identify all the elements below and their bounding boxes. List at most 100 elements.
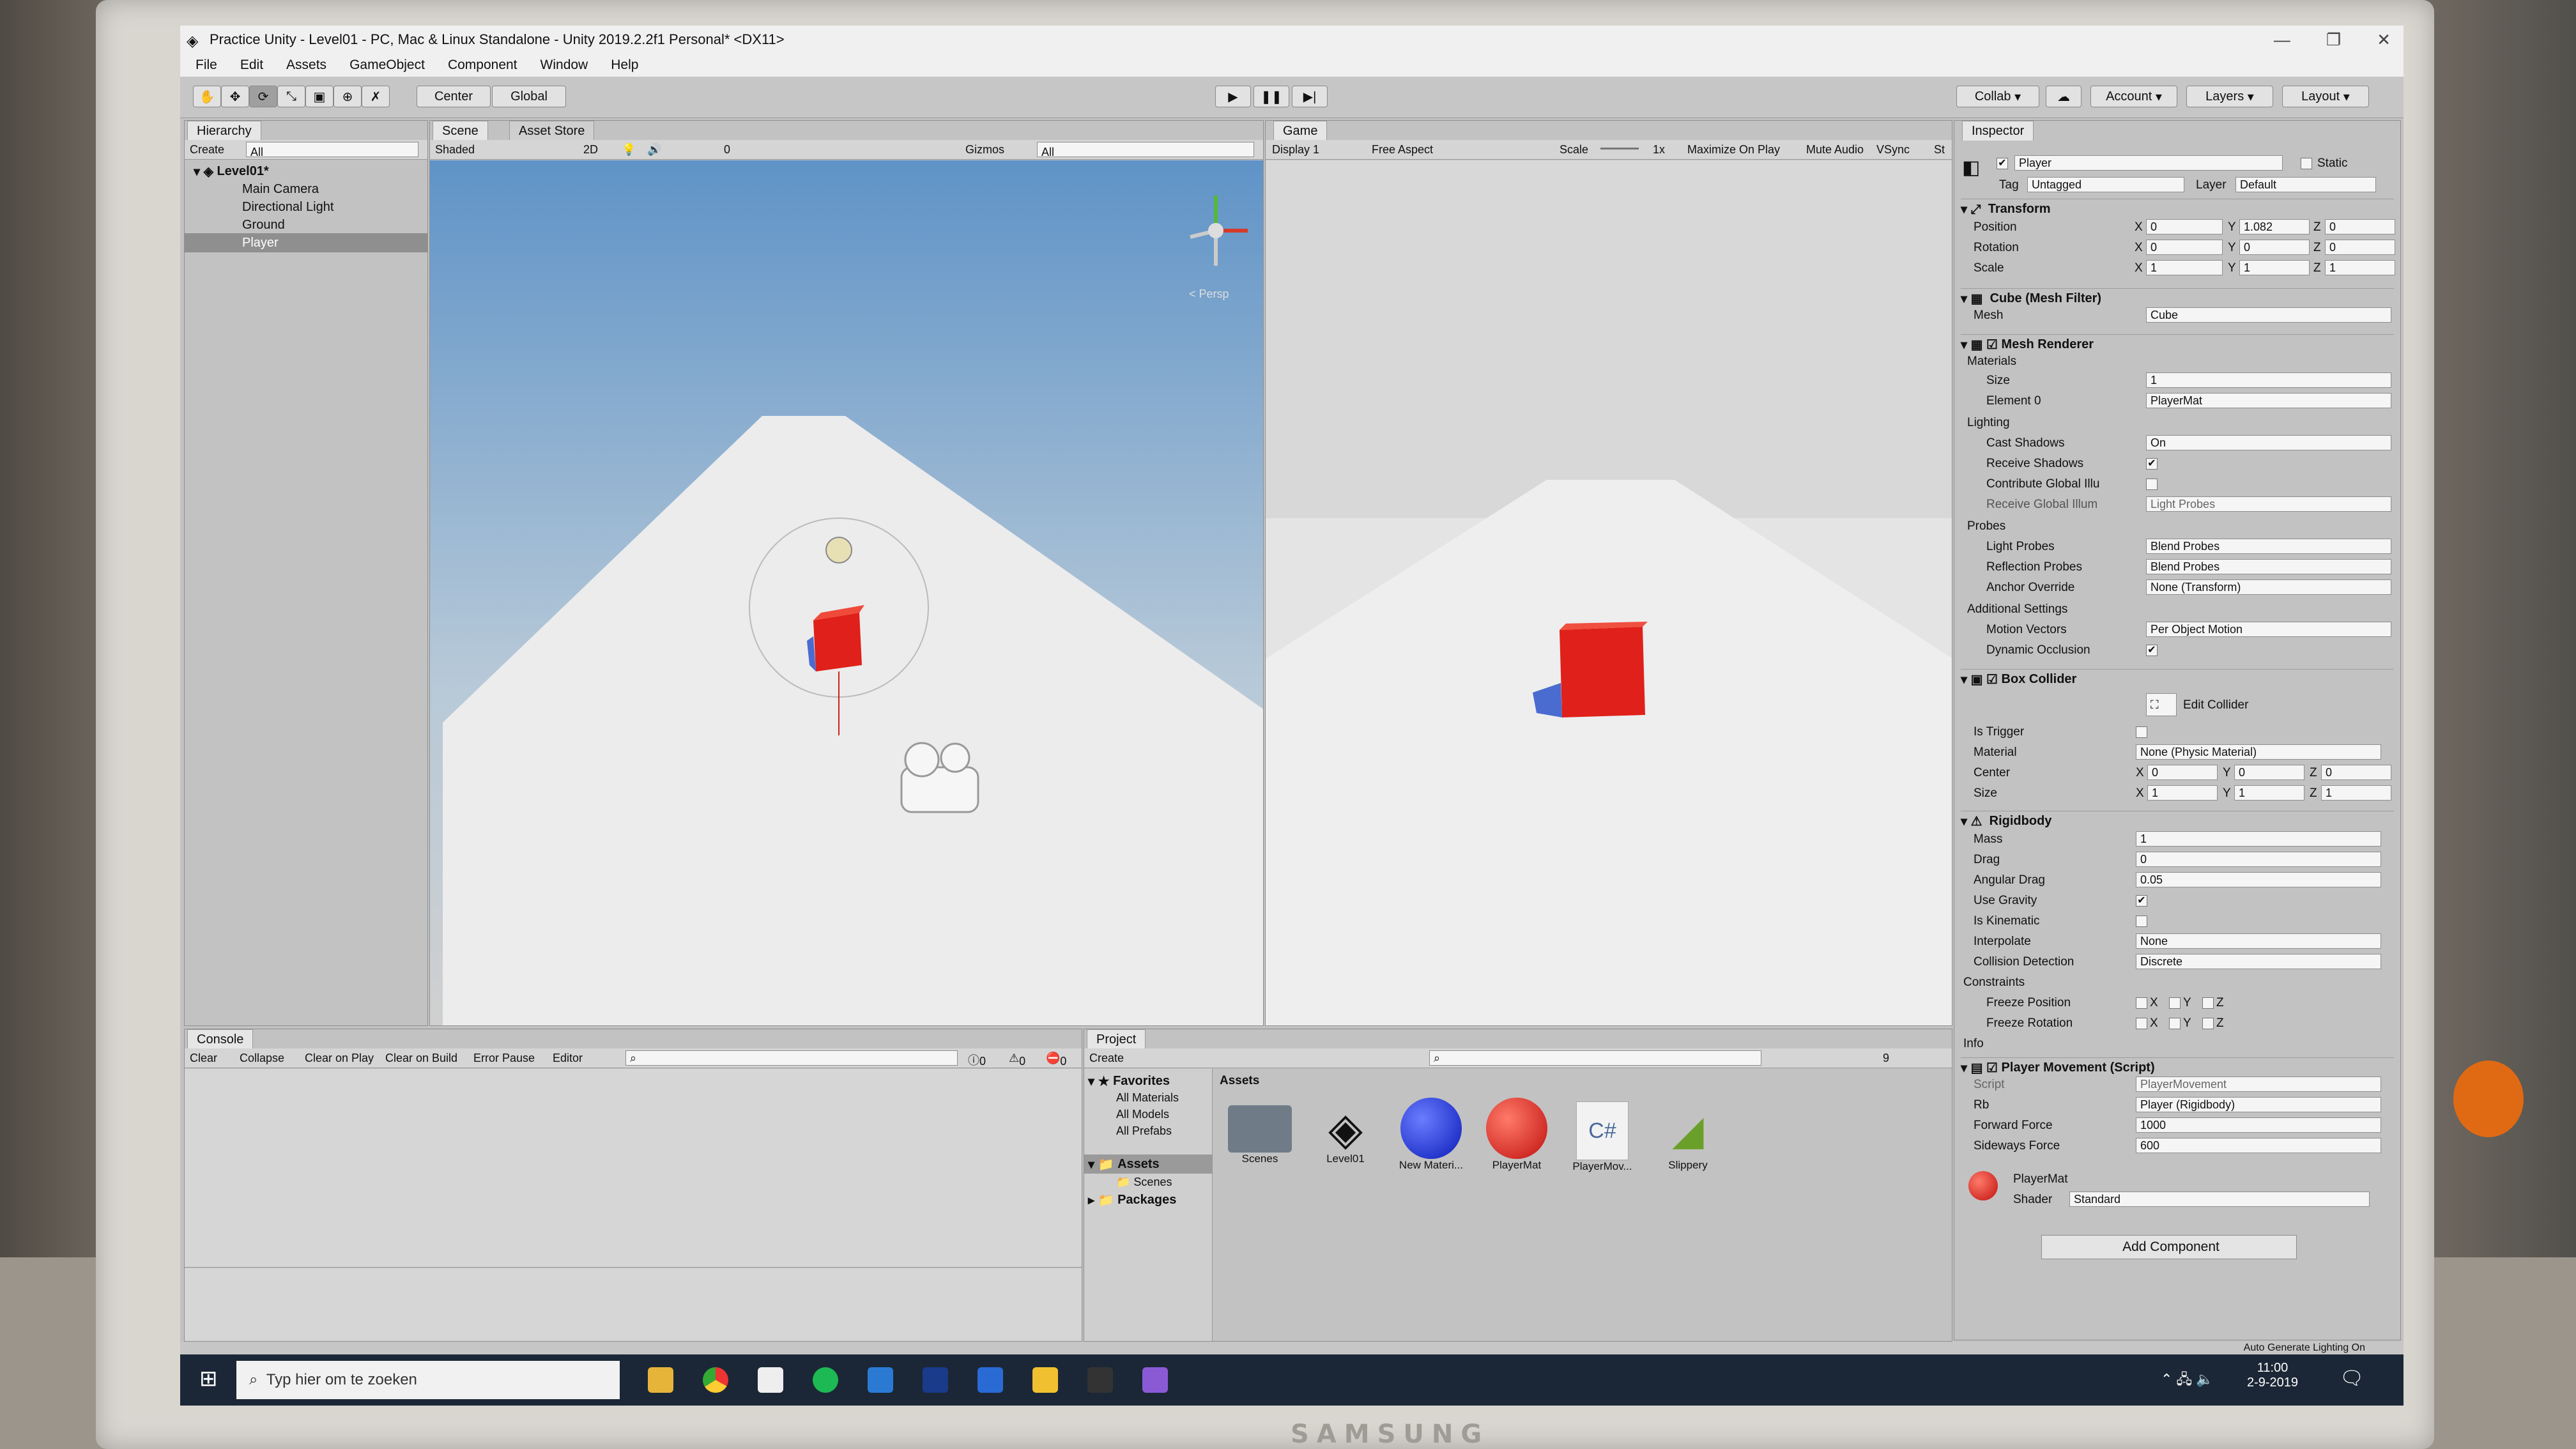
shader-dropdown[interactable]: Standard [2069, 1192, 2370, 1207]
menu-window[interactable]: Window [540, 57, 588, 73]
interpolate-dropdown[interactable]: None [2136, 933, 2381, 949]
rotate-tool-icon[interactable]: ⟳ [249, 86, 277, 107]
freeze-rot-z-checkbox[interactable] [2202, 1018, 2214, 1029]
pivot-global-button[interactable]: Global [492, 86, 566, 107]
mesh-filter-header[interactable]: ▾ ▦ Cube (Mesh Filter) [1961, 288, 2394, 308]
tab-hierarchy[interactable]: Hierarchy [187, 121, 261, 141]
gizmos-dropdown[interactable]: Gizmos [965, 143, 1004, 157]
layers-dropdown[interactable]: Layers ▾ [2186, 86, 2273, 107]
2d-toggle[interactable]: 2D [583, 143, 598, 157]
vsync-toggle[interactable]: VSync [1876, 143, 1910, 157]
hierarchy-create-button[interactable]: Create [190, 143, 224, 157]
hierarchy-search-input[interactable]: All [246, 142, 418, 157]
notification-icon[interactable]: 🗨 [2340, 1367, 2364, 1390]
mesh-field[interactable]: Cube [2146, 307, 2391, 323]
scale-slider[interactable] [1600, 148, 1639, 150]
center-y-field[interactable]: 0 [2234, 765, 2304, 780]
menu-file[interactable]: File [195, 57, 217, 73]
custom-tool-icon[interactable]: ✗ [362, 86, 390, 107]
scale-y-field[interactable]: 1 [2239, 260, 2310, 275]
box-collider-header[interactable]: ▾ ▣ ☑ Box Collider [1961, 669, 2394, 689]
additional-settings-foldout[interactable]: Additional Settings [1967, 602, 2067, 617]
rotation-y-field[interactable]: 0 [2239, 240, 2310, 255]
scene-search-input[interactable]: All [1037, 142, 1254, 157]
materials-size-field[interactable]: 1 [2146, 372, 2391, 388]
freeze-rot-y-checkbox[interactable] [2169, 1018, 2181, 1029]
audio-toggle-icon[interactable]: 🔊 [647, 143, 661, 157]
probes-foldout[interactable]: Probes [1967, 519, 2005, 533]
console-editor-dropdown[interactable]: Editor [553, 1052, 583, 1065]
menu-assets[interactable]: Assets [286, 57, 326, 73]
clock[interactable]: 11:00 2-9-2019 [2237, 1361, 2308, 1390]
cloud-icon[interactable]: ☁ [2046, 86, 2082, 107]
contribute-gi-checkbox[interactable] [2146, 479, 2158, 490]
rigidbody-header[interactable]: ▾ ⚠ Rigidbody [1961, 811, 2394, 831]
console-error-pause-button[interactable]: Error Pause [473, 1052, 535, 1065]
asset-playermovement[interactable]: C# PlayerMov... [1564, 1101, 1641, 1173]
spotify-icon[interactable] [813, 1367, 838, 1393]
console-clear-on-build-button[interactable]: Clear on Build [385, 1052, 457, 1065]
maximize-on-play-toggle[interactable]: Maximize On Play [1687, 143, 1780, 157]
is-trigger-checkbox[interactable] [2136, 726, 2147, 738]
project-search-input[interactable]: ⌕ [1429, 1050, 1761, 1066]
element0-field[interactable]: PlayerMat [2146, 393, 2391, 408]
rect-tool-icon[interactable]: ▣ [305, 86, 334, 107]
freeze-pos-x-checkbox[interactable] [2136, 997, 2147, 1009]
size-x-field[interactable]: 1 [2147, 785, 2218, 801]
scene-root-item[interactable]: ▾ ◈ Level01* [194, 162, 269, 181]
tray-icons[interactable]: ⌃ 🖧 🔈 [2161, 1368, 2214, 1393]
windows-start-icon[interactable]: ⊞ [199, 1366, 218, 1392]
layout-dropdown[interactable]: Layout ▾ [2282, 86, 2369, 107]
tag-dropdown[interactable]: Untagged [2027, 177, 2184, 192]
maximize-icon[interactable]: ❐ [2326, 30, 2341, 50]
hand-tool-icon[interactable]: ✋ [193, 86, 221, 107]
menu-component[interactable]: Component [448, 57, 518, 73]
collab-dropdown[interactable]: Collab ▾ [1956, 86, 2039, 107]
pause-button[interactable]: ❚❚ [1254, 86, 1289, 107]
move-tool-icon[interactable]: ✥ [221, 86, 249, 107]
tree-packages[interactable]: ▸ 📁 Packages [1088, 1190, 1176, 1209]
tree-scenes[interactable]: 📁 Scenes [1116, 1172, 1172, 1192]
tab-project[interactable]: Project [1087, 1029, 1146, 1049]
constraints-foldout[interactable]: Constraints [1963, 976, 2025, 990]
mass-field[interactable]: 1 [2136, 831, 2381, 847]
game-viewport[interactable] [1266, 160, 1952, 1026]
vscode-icon[interactable] [868, 1367, 893, 1393]
size-z-field[interactable]: 1 [2321, 785, 2391, 801]
object-name-field[interactable]: Player [2014, 155, 2283, 171]
tab-asset-store[interactable]: Asset Store [509, 121, 595, 141]
lighting-toggle-icon[interactable]: 💡 [622, 143, 636, 157]
console-search-input[interactable]: ⌕ [625, 1050, 958, 1066]
rb-field[interactable]: Player (Rigidbody) [2136, 1097, 2381, 1112]
shading-mode-dropdown[interactable]: Shaded [435, 143, 475, 157]
asset-slippery[interactable]: ◢ Slippery [1650, 1105, 1726, 1172]
unity-hub-icon[interactable] [1087, 1367, 1113, 1393]
display-dropdown[interactable]: Display 1 [1272, 143, 1319, 157]
visual-studio-icon[interactable] [1142, 1367, 1168, 1393]
collider-material-field[interactable]: None (Physic Material) [2136, 744, 2381, 760]
receive-gi-dropdown[interactable]: Light Probes [2146, 496, 2391, 512]
asset-new-material[interactable]: New Materi... [1393, 1098, 1469, 1172]
add-component-button[interactable]: Add Component [2041, 1235, 2297, 1259]
tab-scene[interactable]: Scene [433, 121, 488, 141]
taskbar-search-input[interactable]: ⌕ Typ hier om te zoeken [236, 1361, 620, 1399]
freeze-rot-x-checkbox[interactable] [2136, 1018, 2147, 1029]
console-log-area[interactable] [185, 1069, 1082, 1268]
sideways-force-field[interactable]: 600 [2136, 1138, 2381, 1153]
slack-icon[interactable] [758, 1367, 783, 1393]
tab-inspector[interactable]: Inspector [1962, 121, 2034, 141]
tab-console[interactable]: Console [187, 1029, 254, 1049]
forward-force-field[interactable]: 1000 [2136, 1117, 2381, 1133]
object-active-checkbox[interactable]: ✔ [1997, 158, 2008, 169]
freeze-pos-y-checkbox[interactable] [2169, 997, 2181, 1009]
static-checkbox[interactable] [2301, 158, 2312, 169]
scene-viewport[interactable]: < Persp [430, 160, 1264, 1026]
transform-tool-icon[interactable]: ⊕ [334, 86, 362, 107]
project-create-button[interactable]: Create [1089, 1052, 1124, 1065]
hierarchy-item-ground[interactable]: Ground [242, 215, 285, 234]
position-x-field[interactable]: 0 [2146, 219, 2223, 234]
motion-vectors-dropdown[interactable]: Per Object Motion [2146, 622, 2391, 637]
rotation-z-field[interactable]: 0 [2325, 240, 2395, 255]
scale-tool-icon[interactable]: ⤡ [277, 86, 305, 107]
hierarchy-item-directional-light[interactable]: Directional Light [242, 197, 334, 217]
